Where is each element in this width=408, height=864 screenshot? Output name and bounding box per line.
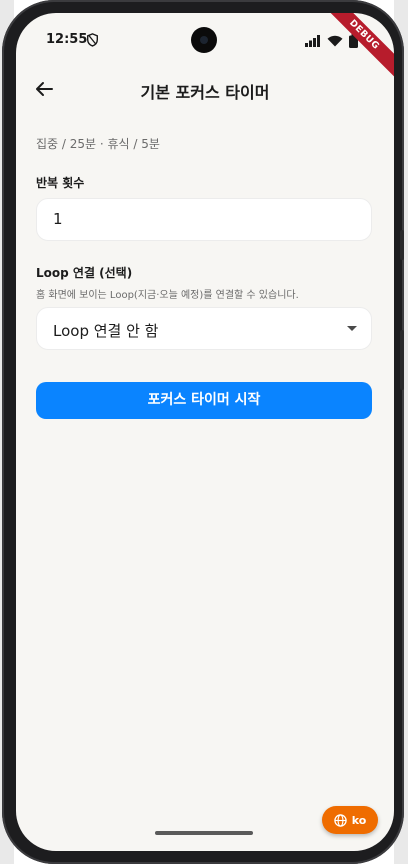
language-button-label: ko	[351, 813, 367, 827]
wifi-icon	[327, 35, 343, 47]
phone-volume-button	[400, 330, 404, 390]
repetitions-label: 반복 횟수	[36, 176, 85, 190]
signal-icon	[305, 35, 320, 47]
loop-select[interactable]: Loop 연결 안 함	[36, 307, 372, 350]
loop-label: Loop 연결 (선택)	[36, 266, 133, 280]
loop-helper-text: 홈 화면에 보이는 Loop(지금·오늘 예정)를 연결할 수 있습니다.	[36, 290, 299, 301]
phone-frame: 12:55 DEBUG 기본 포커스 타이머 집중 / 25분 · 휴식 / 5…	[2, 0, 404, 864]
status-time: 12:55	[46, 32, 88, 47]
shield-icon	[86, 33, 99, 47]
start-focus-timer-button[interactable]: 포커스 타이머 시작	[36, 382, 372, 419]
loop-select-value: Loop 연결 안 함	[53, 322, 159, 340]
app-bar: 기본 포커스 타이머	[16, 69, 394, 109]
language-button[interactable]: ko	[322, 806, 378, 834]
front-camera	[191, 27, 217, 53]
repetitions-input[interactable]: 1	[36, 198, 372, 241]
home-indicator	[155, 831, 253, 835]
timer-summary: 집중 / 25분 · 휴식 / 5분	[36, 137, 160, 151]
page-title: 기본 포커스 타이머	[140, 83, 270, 102]
caret-down-icon	[347, 326, 357, 331]
app-screen: 12:55 DEBUG 기본 포커스 타이머 집중 / 25분 · 휴식 / 5…	[16, 13, 394, 851]
phone-side-button	[400, 230, 404, 260]
globe-icon	[333, 813, 347, 827]
status-icons	[305, 34, 358, 48]
